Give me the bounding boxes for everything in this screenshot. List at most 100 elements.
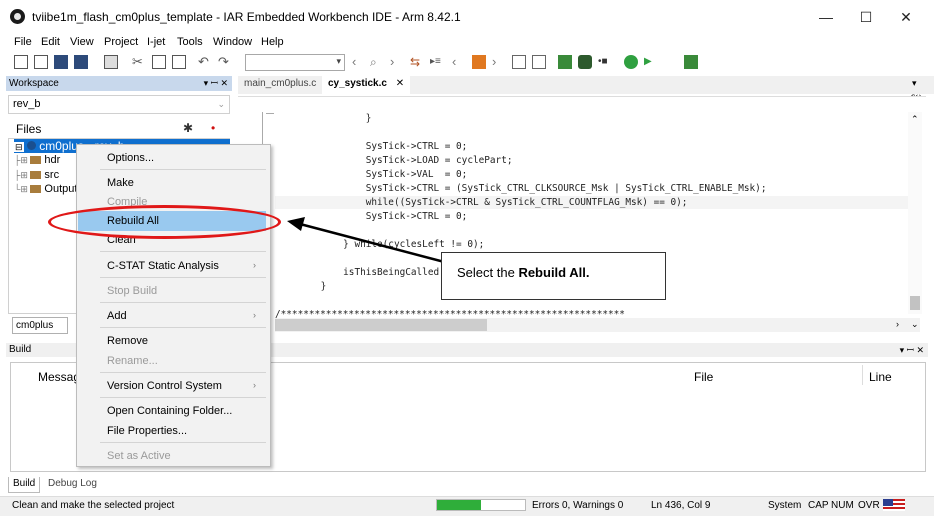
tree-item-output[interactable]: └⊞ Output [14,183,77,195]
menu-separator [100,397,266,398]
menu-tools[interactable]: Tools [177,36,203,48]
workspace-title: Workspace [9,78,59,89]
configuration-select[interactable]: rev_b ⌄ [8,95,230,114]
tree-item-label: src [44,169,60,181]
tab-debug-log[interactable]: Debug Log [44,477,101,493]
annotation-ellipse [48,205,281,239]
menu-file[interactable]: File [14,36,32,48]
menu-item-version-control[interactable]: Version Control System [107,380,222,392]
new-doc-icon[interactable] [34,55,48,69]
new-file-icon[interactable] [14,55,28,69]
tree-item-src[interactable]: ├⊞ src [14,169,59,181]
collapse-icon[interactable]: ⊟ [14,142,24,152]
tree-item-hdr[interactable]: ├⊞ hdr [14,154,60,166]
menu-edit[interactable]: Edit [41,36,60,48]
save-icon[interactable] [54,55,68,69]
close-button[interactable]: ✕ [886,6,926,28]
indicator-num: NUM [831,500,854,511]
menu-item-open-folder[interactable]: Open Containing Folder... [107,405,232,417]
code-line: } [298,281,327,292]
minimize-button[interactable]: — [806,6,846,28]
workspace-tab[interactable]: cm0plus [12,317,68,334]
chevron-right-icon[interactable]: › [390,55,404,69]
save-all-icon[interactable] [74,55,88,69]
build-progress-bar [436,499,526,511]
debug-icon[interactable] [558,55,572,69]
workspace-header: Workspace ▾ ꟷ ✕ [6,76,232,91]
go-icon[interactable] [624,55,638,69]
language-flag-icon[interactable] [883,499,905,511]
status-message: Clean and make the selected project [12,500,175,511]
menu-separator [100,169,266,170]
debug-nodownload-icon[interactable] [684,55,698,69]
gear-icon[interactable]: ✱ [183,121,193,135]
code-line: SysTick->CTRL = 0; [298,211,468,222]
code-line: } [298,113,372,124]
copy-icon[interactable] [152,55,166,69]
breakpoint-icon[interactable]: •■ [598,55,612,69]
scroll-down-icon[interactable]: ⌄ [911,319,919,330]
menu-item-stop-build: Stop Build [107,285,158,297]
tab-main-cm0plus[interactable]: main_cm0plus.c [244,78,316,89]
scroll-right-icon[interactable]: › [896,319,899,329]
code-line: while((SysTick->CTRL & SysTick_CTRL_COUN… [298,197,688,208]
goto-icon[interactable]: ⇆ [410,55,424,69]
make-icon[interactable] [532,55,546,69]
workspace-controls[interactable]: ▾ ꟷ ✕ [204,76,228,91]
run-icon[interactable]: ▶ [644,55,658,69]
column-header-line[interactable]: Line [869,370,892,384]
menu-item-remove[interactable]: Remove [107,335,148,347]
menu-item-rename: Rename... [107,355,158,367]
indent-icon[interactable]: ▸≡ [430,55,444,69]
menu-item-cstat[interactable]: C-STAT Static Analysis [107,260,219,272]
menu-item-add[interactable]: Add [107,310,127,322]
menu-item-options[interactable]: Options... [107,152,154,164]
annotation-callout: Select the Rebuild All. [441,252,666,300]
menu-help[interactable]: Help [261,36,284,48]
search-icon[interactable]: ⌕ [370,55,384,69]
submenu-arrow-icon: › [253,380,256,390]
paste-icon[interactable] [172,55,186,69]
code-line: SysTick->LOAD = cyclePart; [298,155,513,166]
vertical-scrollbar[interactable] [908,112,922,314]
menu-view[interactable]: View [70,36,94,48]
menu-window[interactable]: Window [213,36,252,48]
nav-back-icon[interactable]: ‹ [452,55,466,69]
menu-item-file-properties[interactable]: File Properties... [107,425,187,437]
tree-item-label: Output [44,183,78,195]
tab-label: cy_systick.c [328,78,387,89]
close-icon[interactable]: ✕ [396,78,404,89]
maximize-button[interactable]: ☐ [846,6,886,28]
tab-build[interactable]: Build [8,477,41,493]
folder-icon [30,156,42,165]
menu-ijet[interactable]: I-jet [147,36,165,48]
tab-list-chevron-icon[interactable]: ▾ [912,78,917,89]
scrollbar-thumb[interactable] [910,296,920,310]
code-line: SysTick->CTRL = (SysTick_CTRL_CLKSOURCE_… [298,183,767,194]
chevron-left-icon[interactable]: ‹ [352,55,366,69]
menu-bar [0,33,934,51]
tab-cy-systick[interactable]: cy_systick.c ✕ [322,76,411,94]
cursor-position: Ln 436, Col 9 [651,500,711,511]
menu-project[interactable]: Project [104,36,138,48]
compile-icon[interactable] [512,55,526,69]
nav-forward-icon[interactable]: › [492,55,506,69]
bookmark-icon[interactable] [472,55,486,69]
find-combo[interactable]: ▾ [245,54,345,71]
project-icon [26,141,36,150]
build-pane-controls[interactable]: ▾ ꟷ ✕ [900,343,924,357]
redo-icon[interactable]: ↷ [218,55,232,69]
undo-icon[interactable]: ↶ [198,55,212,69]
menu-separator [100,442,266,443]
column-header-file[interactable]: File [694,370,713,384]
cut-icon[interactable]: ✂ [132,55,146,69]
scroll-up-icon[interactable]: ⌃ [911,114,919,125]
folder-icon [30,171,42,180]
print-icon[interactable] [104,55,118,69]
scrollbar-thumb[interactable] [275,319,487,331]
menu-item-make[interactable]: Make [107,177,134,189]
menu-separator [100,251,266,252]
menu-separator [100,372,266,373]
column-divider [862,365,863,385]
download-icon[interactable] [578,55,592,69]
